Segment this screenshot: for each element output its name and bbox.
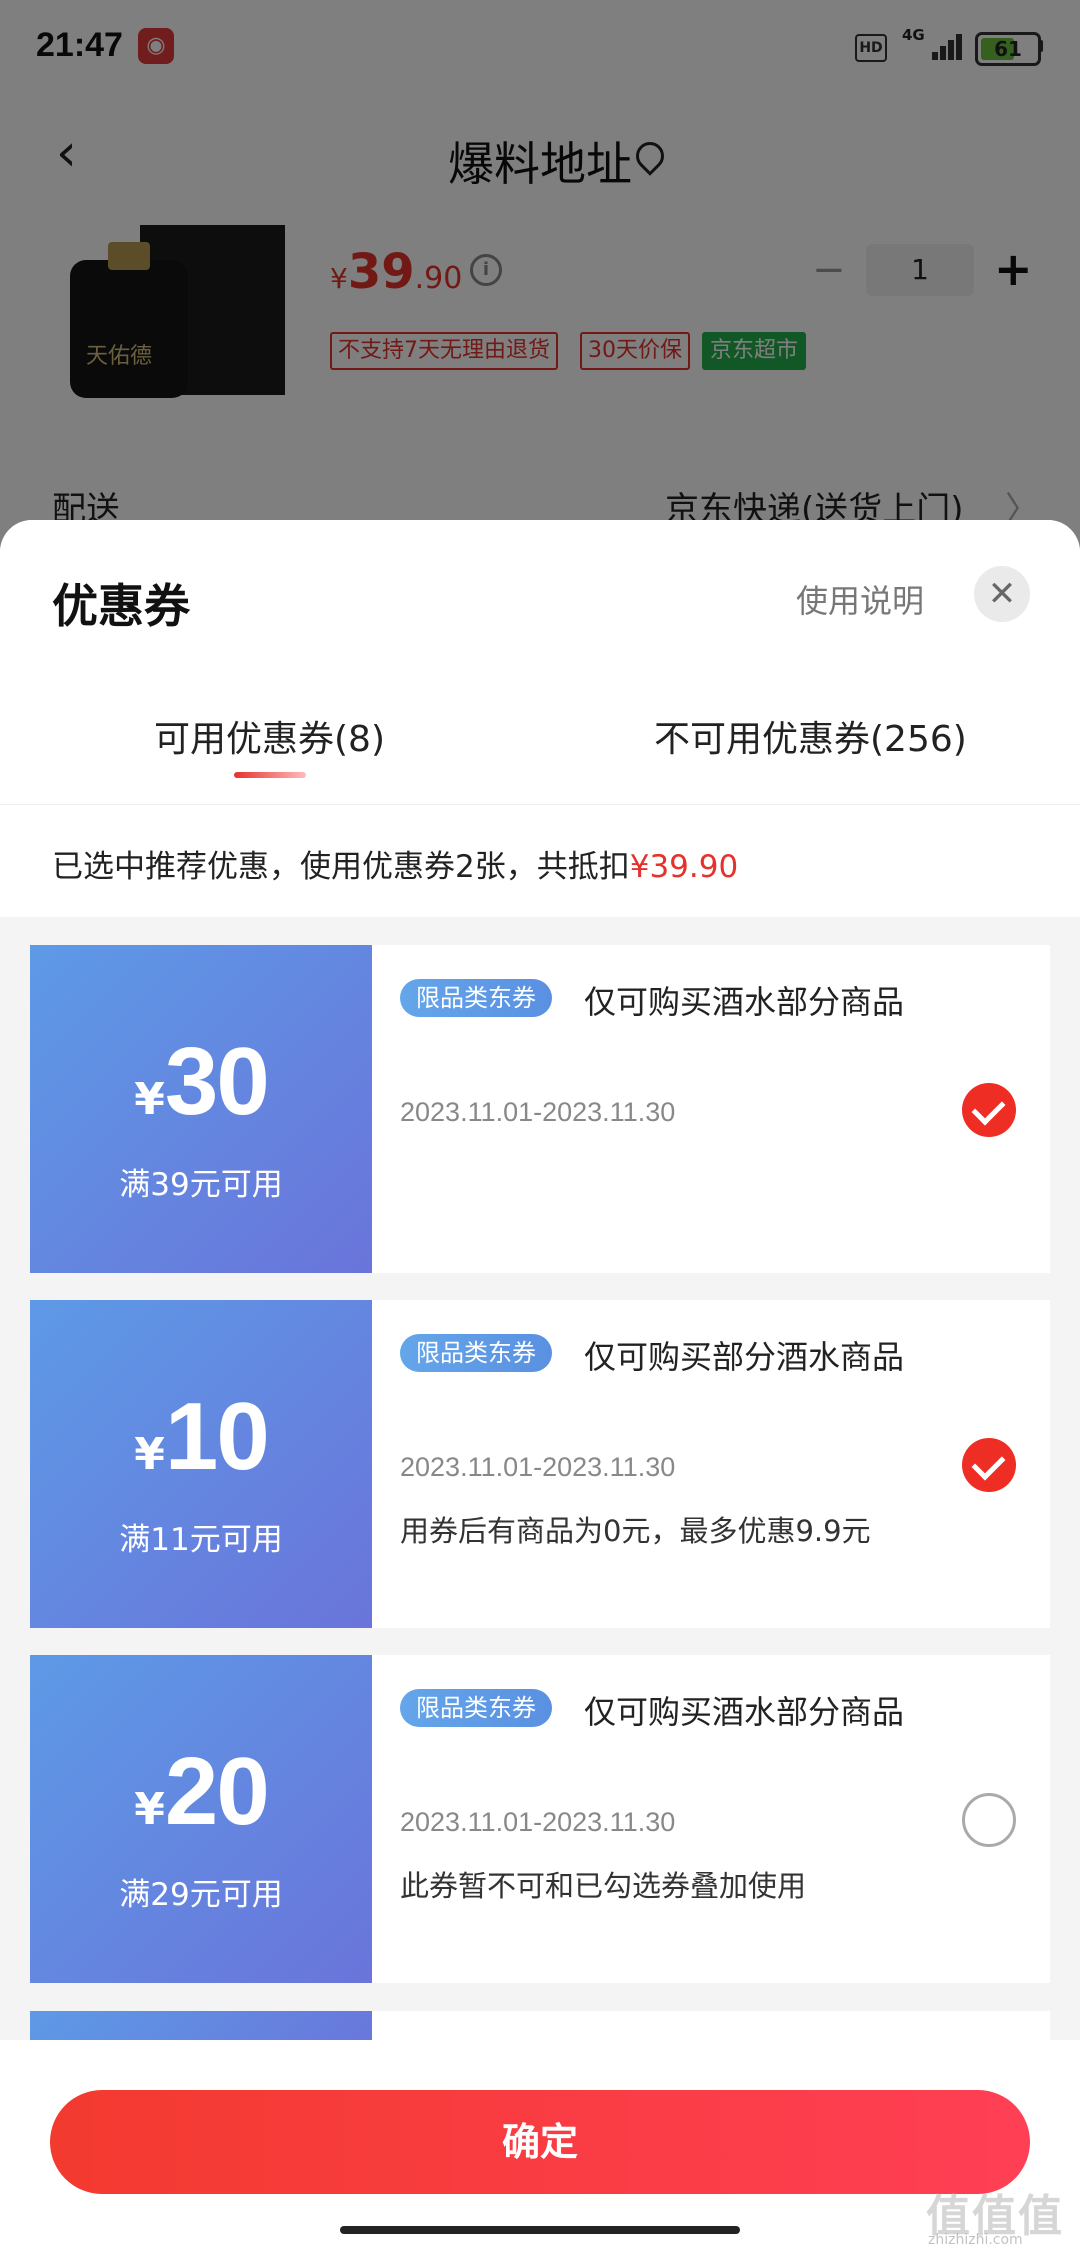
- summary-prefix: 已选中推荐优惠，使用优惠券2张，共抵扣: [52, 849, 630, 885]
- selection-summary: 已选中推荐优惠，使用优惠券2张，共抵扣¥39.90: [0, 805, 1080, 917]
- close-icon[interactable]: ✕: [974, 566, 1030, 622]
- sheet-footer: 确定 值值值 zhizhizhi.com: [0, 2040, 1080, 2248]
- tab-available-coupons[interactable]: 可用优惠券(8): [154, 710, 385, 762]
- coupon-validity: 2023.11.01-2023.11.30: [400, 1452, 676, 1482]
- checked-icon[interactable]: [962, 1438, 1016, 1492]
- coupon-type-badge: 限品类东券: [400, 1334, 552, 1372]
- coupon-sheet: 优惠券 使用说明 ✕ 可用优惠券(8) 不可用优惠券(256) 已选中推荐优惠，…: [0, 520, 1080, 2248]
- coupon-note: 此券暂不可和已勾选券叠加使用: [400, 1869, 807, 1903]
- home-indicator[interactable]: [340, 2226, 740, 2234]
- coupon-value-panel: ¥10 满11元可用: [24, 1300, 372, 1628]
- coupon-value: 20: [164, 1738, 270, 1845]
- coupon-currency: ¥: [134, 1429, 165, 1480]
- coupon-currency: ¥: [134, 1074, 165, 1125]
- active-tab-indicator: [234, 772, 306, 778]
- sheet-header: 优惠券 使用说明 ✕ 可用优惠券(8) 不可用优惠券(256): [0, 520, 1080, 805]
- confirm-button[interactable]: 确定: [50, 2090, 1030, 2194]
- coupon-amount: ¥10: [30, 1382, 372, 1492]
- coupon-type-badge: 限品类东券: [400, 979, 552, 1017]
- coupon-card[interactable]: ¥30 满39元可用 限品类东券 仅可购买酒水部分商品 2023.11.01-2…: [24, 945, 1050, 1273]
- coupon-type-badge: 限品类东券: [400, 1689, 552, 1727]
- sheet-title: 优惠券: [52, 579, 190, 633]
- summary-amount: ¥39.90: [629, 849, 739, 885]
- summary-text: 已选中推荐优惠，使用优惠券2张，共抵扣¥39.90: [52, 841, 738, 886]
- coupon-title: 仅可购买酒水部分商品: [584, 1693, 905, 1731]
- coupon-title: 仅可购买酒水部分商品: [584, 983, 905, 1021]
- watermark-url: zhizhizhi.com: [928, 2232, 1023, 2248]
- coupon-card[interactable]: ¥10 满11元可用 限品类东券 仅可购买部分酒水商品 2023.11.01-2…: [24, 1300, 1050, 1628]
- coupon-value: 30: [164, 1028, 270, 1135]
- coupon-condition: 满29元可用: [119, 1877, 283, 1913]
- usage-instructions-link[interactable]: 使用说明: [796, 576, 924, 622]
- coupon-validity: 2023.11.01-2023.11.30: [400, 1097, 676, 1127]
- coupon-condition: 满11元可用: [119, 1522, 283, 1558]
- coupon-currency: ¥: [134, 1784, 165, 1835]
- coupon-value-panel: ¥20 满29元可用: [24, 1655, 372, 1983]
- coupon-note: 用券后有商品为0元，最多优惠9.9元: [400, 1514, 871, 1548]
- unchecked-radio-icon[interactable]: [962, 1793, 1016, 1847]
- coupon-card[interactable]: ¥20 满29元可用 限品类东券 仅可购买酒水部分商品 2023.11.01-2…: [24, 1655, 1050, 1983]
- checked-icon[interactable]: [962, 1083, 1016, 1137]
- coupon-value-panel: ¥30 满39元可用: [24, 945, 372, 1273]
- coupon-validity: 2023.11.01-2023.11.30: [400, 1807, 676, 1837]
- tab-unavailable-coupons[interactable]: 不可用优惠券(256): [654, 710, 967, 762]
- coupon-amount: ¥30: [30, 1027, 372, 1137]
- coupon-title: 仅可购买部分酒水商品: [584, 1338, 905, 1376]
- coupon-value: 10: [164, 1383, 270, 1490]
- coupon-amount: ¥20: [30, 1737, 372, 1847]
- coupon-condition: 满39元可用: [119, 1167, 283, 1203]
